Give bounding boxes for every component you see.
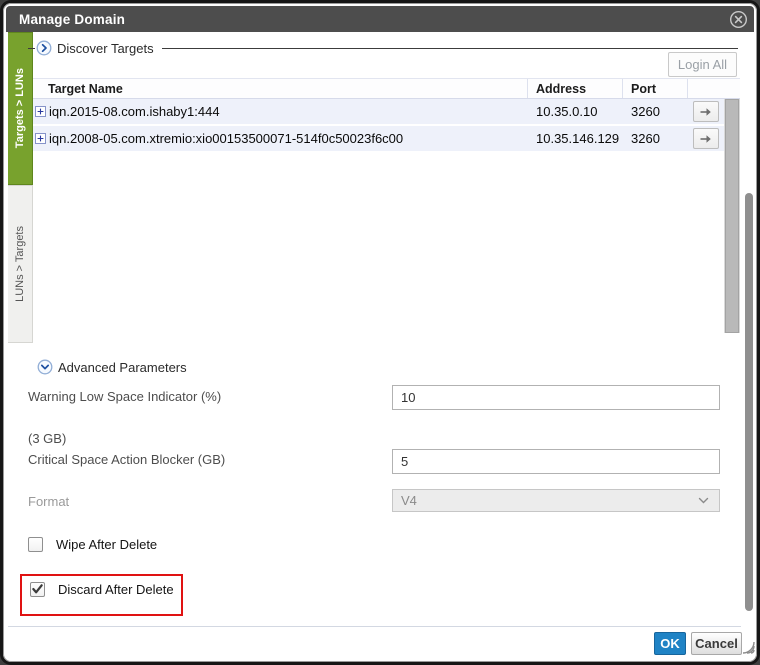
target-name-text: iqn.2015-08.com.ishaby1:444: [49, 104, 220, 119]
resize-grip-icon[interactable]: [739, 638, 755, 659]
login-target-button[interactable]: [693, 101, 719, 122]
warning-low-space-label: Warning Low Space Indicator (%): [28, 389, 221, 404]
discard-after-delete-row: Discard After Delete: [30, 582, 174, 597]
advanced-parameters-label: Advanced Parameters: [58, 360, 187, 375]
column-header-port[interactable]: Port: [623, 79, 688, 98]
cancel-button[interactable]: Cancel: [691, 632, 742, 655]
login-all-button[interactable]: Login All: [668, 52, 737, 77]
address-cell: 10.35.0.10: [528, 104, 623, 119]
dialog-titlebar[interactable]: Manage Domain: [6, 6, 754, 32]
wipe-after-delete-row: Wipe After Delete: [28, 537, 157, 552]
port-cell: 3260: [623, 104, 688, 119]
critical-space-input[interactable]: [392, 449, 720, 474]
manage-domain-dialog: Manage Domain Targets > LUNs LUNs > Targ…: [0, 0, 760, 665]
target-name-cell: iqn.2008-05.com.xtremio:xio00153500071-5…: [33, 131, 528, 146]
cancel-button-label: Cancel: [695, 636, 738, 651]
close-icon[interactable]: [729, 10, 748, 29]
legend-right-rule: [162, 48, 738, 49]
table-scrollbar[interactable]: [724, 99, 740, 333]
target-name-text: iqn.2008-05.com.xtremio:xio00153500071-5…: [49, 131, 403, 146]
wipe-after-delete-label: Wipe After Delete: [56, 537, 157, 552]
address-cell: 10.35.146.129: [528, 131, 623, 146]
column-header-target-name[interactable]: Target Name: [33, 79, 528, 98]
tab-targets-luns-label: Targets > LUNs: [14, 68, 26, 148]
critical-space-label: Critical Space Action Blocker (GB): [28, 452, 225, 467]
warning-low-space-note: (3 GB): [28, 431, 66, 446]
footer-separator: [8, 626, 741, 627]
advanced-parameters-section-header[interactable]: Advanced Parameters: [37, 359, 187, 375]
dialog-scrollbar-thumb[interactable]: [745, 193, 753, 611]
dialog-title: Manage Domain: [6, 12, 125, 27]
discard-after-delete-checkbox[interactable]: [30, 582, 45, 597]
format-select-value: V4: [393, 493, 698, 508]
login-all-label: Login All: [678, 57, 727, 72]
table-row[interactable]: iqn.2008-05.com.xtremio:xio00153500071-5…: [33, 126, 724, 151]
expand-row-icon[interactable]: [35, 106, 46, 117]
tab-luns-targets[interactable]: LUNs > Targets: [8, 185, 33, 343]
row-actions-cell: [688, 128, 724, 149]
ok-button[interactable]: OK: [654, 632, 686, 655]
column-header-address[interactable]: Address: [528, 79, 623, 98]
disclosure-collapsed-icon[interactable]: [36, 40, 52, 56]
discard-after-delete-label: Discard After Delete: [58, 582, 174, 597]
disclosure-expanded-icon[interactable]: [37, 359, 53, 375]
port-cell: 3260: [623, 131, 688, 146]
arrow-right-icon: [699, 134, 713, 144]
table-scrollbar-thumb[interactable]: [725, 99, 739, 333]
login-target-button[interactable]: [693, 128, 719, 149]
chevron-down-icon: [698, 497, 709, 504]
column-header-filler: [724, 79, 740, 98]
warning-low-space-input[interactable]: [392, 385, 720, 410]
wipe-after-delete-checkbox[interactable]: [28, 537, 43, 552]
table-row[interactable]: iqn.2015-08.com.ishaby1:444 10.35.0.10 3…: [33, 99, 724, 124]
row-actions-cell: [688, 101, 724, 122]
column-header-actions: [688, 79, 724, 98]
format-select[interactable]: V4: [392, 489, 720, 512]
tab-luns-targets-label: LUNs > Targets: [14, 226, 26, 302]
targets-table-body: iqn.2015-08.com.ishaby1:444 10.35.0.10 3…: [33, 99, 724, 153]
check-icon: [31, 583, 44, 596]
expand-row-icon[interactable]: [35, 133, 46, 144]
discover-targets-label: Discover Targets: [57, 41, 154, 56]
targets-table-header: Target Name Address Port: [33, 78, 740, 99]
target-name-cell: iqn.2015-08.com.ishaby1:444: [33, 104, 528, 119]
arrow-right-icon: [699, 107, 713, 117]
ok-button-label: OK: [660, 636, 680, 651]
discover-targets-section-header: Discover Targets: [28, 40, 738, 56]
format-label: Format: [28, 494, 69, 509]
legend-left-rule: [28, 48, 35, 49]
